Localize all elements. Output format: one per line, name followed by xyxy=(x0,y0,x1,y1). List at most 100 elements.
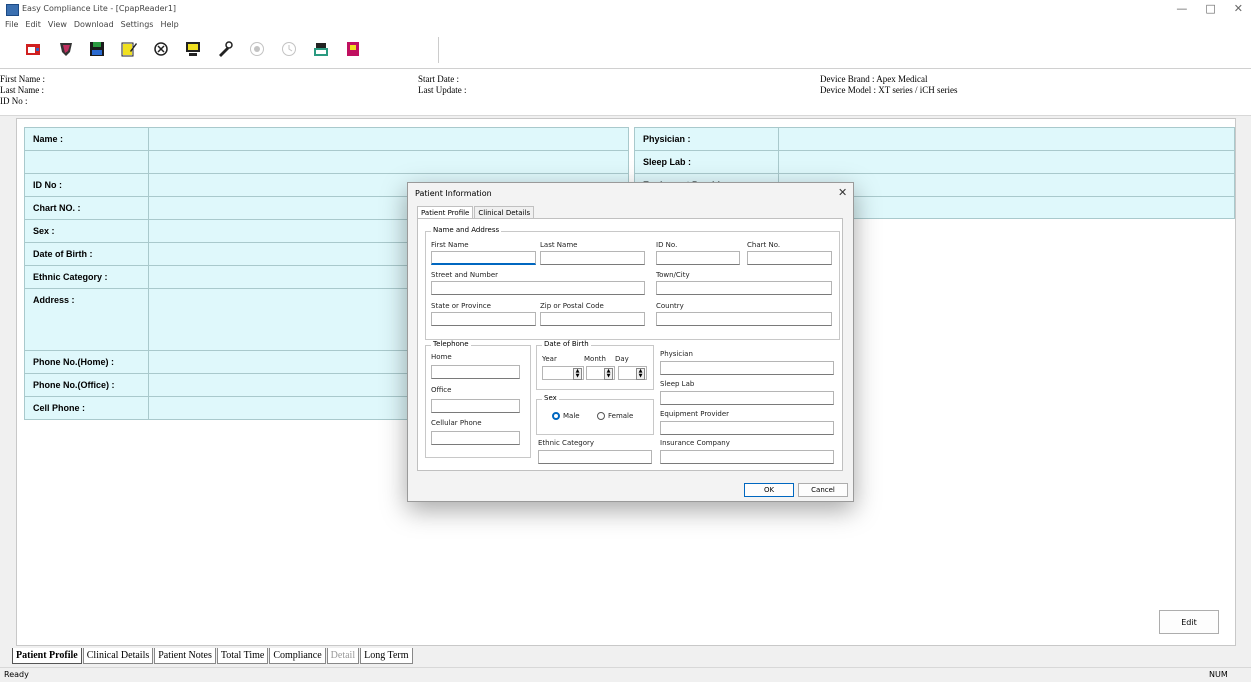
window-controls: — □ ✕ xyxy=(1176,2,1243,15)
ethnic-category-label: Ethnic Category xyxy=(538,439,595,447)
id-no-input[interactable] xyxy=(656,251,740,265)
year-spin-arrows-icon[interactable]: ▲ ▼ xyxy=(573,368,582,380)
tab-compliance[interactable]: Compliance xyxy=(269,648,326,664)
office-phone-label: Office xyxy=(431,386,452,394)
edit-button[interactable]: Edit xyxy=(1159,610,1219,634)
camera-icon[interactable] xyxy=(249,41,265,57)
dob-month-label: Month xyxy=(584,355,606,363)
town-input[interactable] xyxy=(656,281,832,295)
cancel-button[interactable]: Cancel xyxy=(798,483,848,497)
dob-day-spinner[interactable]: ▲ ▼ xyxy=(618,366,647,380)
physician-input[interactable] xyxy=(660,361,834,375)
maximize-button[interactable]: □ xyxy=(1205,2,1215,15)
dob-month-spinner[interactable]: ▲ ▼ xyxy=(586,366,615,380)
edit-notepad-icon[interactable] xyxy=(121,41,137,57)
country-input[interactable] xyxy=(656,312,832,326)
app-icon xyxy=(6,4,19,16)
id-no-label: ID No. xyxy=(656,241,678,249)
state-input[interactable] xyxy=(431,312,536,326)
dob-year-spinner[interactable]: ▲ ▼ xyxy=(542,366,584,380)
sex-title: Sex xyxy=(542,394,559,402)
ok-button[interactable]: OK xyxy=(744,483,794,497)
dialog-close-icon[interactable]: ✕ xyxy=(838,186,847,199)
tab-patient-notes[interactable]: Patient Notes xyxy=(154,648,216,664)
label-date-of-birth: Date of Birth : xyxy=(24,242,149,266)
last-name-input[interactable] xyxy=(540,251,645,265)
menu-file[interactable]: File xyxy=(5,18,18,32)
insurance-company-label: Insurance Company xyxy=(660,439,730,447)
sleep-lab-input[interactable] xyxy=(660,391,834,405)
menu-download[interactable]: Download xyxy=(74,18,114,32)
clock-icon[interactable] xyxy=(281,41,297,57)
tab-patient-profile[interactable]: Patient Profile xyxy=(12,648,82,664)
label-sleep-lab: Sleep Lab : xyxy=(634,150,779,174)
day-spin-arrows-icon[interactable]: ▲ ▼ xyxy=(636,368,645,380)
menu-edit[interactable]: Edit xyxy=(25,18,41,32)
profile-row-name2 xyxy=(24,150,629,174)
tab-detail[interactable]: Detail xyxy=(326,648,360,664)
save-disk-icon[interactable] xyxy=(89,41,105,57)
cellular-phone-input[interactable] xyxy=(431,431,520,445)
minimize-button[interactable]: — xyxy=(1176,2,1187,15)
label-physician: Physician : xyxy=(634,127,779,151)
patient-info-header: First Name : Last Name : ID No : Start D… xyxy=(0,69,1251,116)
tab-long-term[interactable]: Long Term xyxy=(360,648,413,664)
zip-input[interactable] xyxy=(540,312,645,326)
dob-year-label: Year xyxy=(542,355,557,363)
first-name-label: First Name xyxy=(431,241,469,249)
month-spin-arrows-icon[interactable]: ▲ ▼ xyxy=(604,368,613,380)
zip-label: Zip or Postal Code xyxy=(540,302,604,310)
menu-settings[interactable]: Settings xyxy=(121,18,154,32)
header-device-brand: Device Brand : Apex Medical xyxy=(820,74,928,84)
book-icon[interactable] xyxy=(345,41,361,57)
male-label: Male xyxy=(563,412,580,420)
street-input[interactable] xyxy=(431,281,645,295)
name-address-title: Name and Address xyxy=(431,226,502,234)
tab-total-time[interactable]: Total Time xyxy=(216,648,269,664)
chart-no-input[interactable] xyxy=(747,251,832,265)
open-record-icon[interactable] xyxy=(25,41,41,57)
patient-information-dialog: Patient Information ✕ Patient Profile Cl… xyxy=(407,182,854,502)
tab-clinical-details[interactable]: Clinical Details xyxy=(82,648,154,664)
header-start-date: Start Date : xyxy=(418,74,459,84)
ethnic-category-input[interactable] xyxy=(538,450,652,464)
menu-view[interactable]: View xyxy=(48,18,67,32)
label-cell-phone: Cell Phone : xyxy=(24,396,149,420)
profile-row-physician: Physician : xyxy=(634,127,1235,151)
value-sleep-lab xyxy=(779,150,1235,174)
male-radio[interactable] xyxy=(552,412,560,420)
profile-row-name: Name : xyxy=(24,127,629,151)
title-bar: Easy Compliance Lite - [CpapReader1] — □… xyxy=(0,0,1251,18)
heart-shield-icon[interactable] xyxy=(58,41,74,57)
label-phone-home: Phone No.(Home) : xyxy=(24,350,149,374)
home-phone-input[interactable] xyxy=(431,365,520,379)
office-phone-input[interactable] xyxy=(431,399,520,413)
label-id-no: ID No : xyxy=(24,173,149,197)
label-name: Name : xyxy=(24,127,149,151)
toolbar-separator xyxy=(438,37,439,63)
female-radio[interactable] xyxy=(597,412,605,420)
window-title: Easy Compliance Lite - [CpapReader1] xyxy=(22,4,177,13)
insurance-company-input[interactable] xyxy=(660,450,834,464)
phone-modem-icon[interactable] xyxy=(313,41,329,57)
last-name-label: Last Name xyxy=(540,241,578,249)
status-bar: Ready NUM xyxy=(0,667,1251,682)
card-reader-icon[interactable] xyxy=(153,41,169,57)
close-button[interactable]: ✕ xyxy=(1234,2,1243,15)
status-text: Ready xyxy=(4,670,29,679)
home-phone-label: Home xyxy=(431,353,452,361)
header-first-name: First Name : xyxy=(0,74,45,84)
profile-row-sleep-lab: Sleep Lab : xyxy=(634,150,1235,174)
status-num-lock: NUM xyxy=(1209,670,1228,679)
physician-label: Physician xyxy=(660,350,693,358)
first-name-input[interactable] xyxy=(431,251,536,265)
label-address: Address : xyxy=(24,288,149,351)
telephone-title: Telephone xyxy=(431,340,471,348)
equipment-provider-input[interactable] xyxy=(660,421,834,435)
header-device-model: Device Model : XT series / iCH series xyxy=(820,85,958,95)
country-label: Country xyxy=(656,302,684,310)
label-chart-no: Chart NO. : xyxy=(24,196,149,220)
monitor-icon[interactable] xyxy=(185,41,201,57)
menu-help[interactable]: Help xyxy=(160,18,178,32)
tools-icon[interactable] xyxy=(217,41,233,57)
